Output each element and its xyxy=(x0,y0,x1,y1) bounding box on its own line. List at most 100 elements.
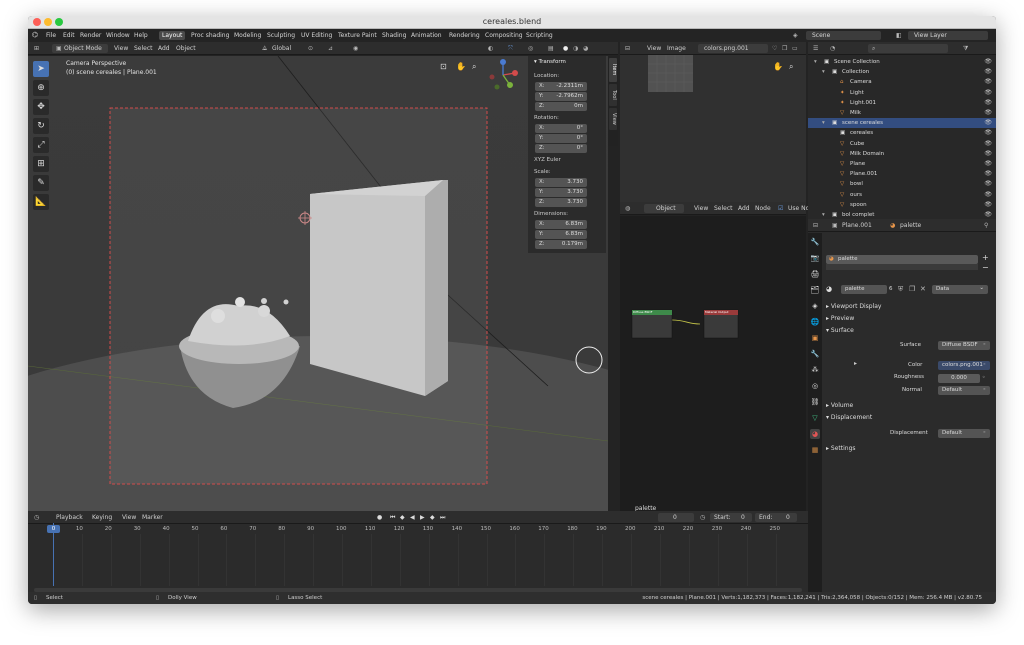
outliner-item[interactable]: ▽ ours 👁 xyxy=(808,190,996,200)
node-menu-node[interactable]: Node xyxy=(755,205,771,212)
material-users-count[interactable]: 6 xyxy=(889,286,893,292)
pan-hand-icon[interactable]: ✋ xyxy=(456,62,466,71)
rotation-mode-dropdown[interactable]: XYZ Euler xyxy=(534,157,561,163)
material-name-field[interactable]: palette xyxy=(841,285,887,294)
outliner-item[interactable]: ▣ cereales 👁 xyxy=(808,128,996,138)
menu-add[interactable]: Add xyxy=(158,45,170,52)
tab-item[interactable]: Item xyxy=(609,58,617,82)
annotate-tool-icon[interactable]: ✎ xyxy=(33,175,49,191)
navigation-gizmo[interactable] xyxy=(486,58,520,92)
particles-tab-icon[interactable]: ⁂ xyxy=(810,365,820,375)
jump-end-icon[interactable]: ⏭ xyxy=(440,514,445,522)
transform-header[interactable]: ▾ Transform xyxy=(534,59,566,65)
location-y-field[interactable]: Y: -2.7962m xyxy=(535,92,587,101)
node-menu-select[interactable]: Select xyxy=(714,205,733,212)
modifier-tab-icon[interactable]: 🔧 xyxy=(810,349,820,359)
image-menu-image[interactable]: Image xyxy=(667,45,686,52)
menu-view[interactable]: View xyxy=(114,45,128,52)
play-icon[interactable]: ▶ xyxy=(420,514,425,521)
add-slot-button[interactable]: + xyxy=(982,253,989,262)
outliner-item[interactable]: ▽ Cube 👁 xyxy=(808,139,996,149)
displacement-field[interactable]: Default ◦ xyxy=(938,429,990,438)
world-tab-icon[interactable]: 🌐 xyxy=(810,317,820,327)
texture-tab-icon[interactable]: ▦ xyxy=(810,445,820,455)
expand-arrow-icon[interactable]: ▾ xyxy=(814,59,817,65)
visibility-eye-icon[interactable]: 👁 xyxy=(984,201,992,208)
timeline-menu-playback[interactable]: Playback xyxy=(56,514,83,521)
outliner-item[interactable]: ▾ ▣ Scene Collection 👁 xyxy=(808,57,996,67)
diffuse-node-title[interactable]: Diffuse BSDF xyxy=(633,310,652,314)
unlink-material-icon[interactable]: ✕ xyxy=(920,285,926,293)
visibility-eye-icon[interactable]: 👁 xyxy=(984,119,992,126)
shading-rendered-icon[interactable]: ◕ xyxy=(583,45,588,52)
outliner-item[interactable]: ▽ Milk 👁 xyxy=(808,108,996,118)
rotation-y-field[interactable]: Y: 0° xyxy=(535,134,587,143)
rotation-z-field[interactable]: Z: 0° xyxy=(535,144,587,153)
tab-shading[interactable]: Shading xyxy=(379,31,409,40)
link-dropdown[interactable]: Data ⌄ xyxy=(932,285,988,294)
section-volume[interactable]: ▸ Volume xyxy=(826,402,853,409)
material-output-node-title[interactable]: Material Output xyxy=(705,310,729,314)
outliner-item[interactable]: ▽ Plane 👁 xyxy=(808,159,996,169)
tab-animation[interactable]: Animation xyxy=(408,31,445,40)
proportional-edit-icon[interactable]: ◉ xyxy=(353,45,358,52)
image-zoom-icon[interactable]: ⌕ xyxy=(789,62,793,72)
scene-browse-icon[interactable]: ◈ xyxy=(793,32,798,39)
next-keyframe-icon[interactable]: ◆ xyxy=(430,514,435,521)
color-expand-icon[interactable]: ▸ xyxy=(854,360,857,367)
view-layer-icon[interactable]: ◧ xyxy=(896,32,902,39)
object-tab-icon[interactable]: ▣ xyxy=(810,333,820,343)
render-tab-icon[interactable]: 📷 xyxy=(810,253,820,263)
node-editor-canvas[interactable]: Diffuse BSDF Material Output palette xyxy=(620,216,806,512)
visibility-eye-icon[interactable]: 👁 xyxy=(984,68,992,75)
visibility-eye-icon[interactable]: 👁 xyxy=(984,160,992,167)
slot-list-resize-handle[interactable] xyxy=(826,264,978,270)
tab-scripting[interactable]: Scripting xyxy=(523,31,556,40)
transform-orientation-icon[interactable]: ⟁ xyxy=(262,45,267,53)
visibility-eye-icon[interactable]: 👁 xyxy=(984,78,992,85)
constraints-tab-icon[interactable]: ⛓ xyxy=(810,397,820,407)
outliner-search[interactable] xyxy=(868,44,948,53)
visibility-eye-icon[interactable]: 👁 xyxy=(984,58,992,65)
normal-field[interactable]: Default ◦ xyxy=(938,386,990,395)
visibility-eye-icon[interactable]: 👁 xyxy=(984,140,992,147)
open-image-icon[interactable]: ▭ xyxy=(792,45,798,52)
measure-tool-icon[interactable]: 📐 xyxy=(33,194,49,210)
shading-material-icon[interactable]: ◑ xyxy=(573,45,578,52)
section-displacement[interactable]: ▾ Displacement xyxy=(826,414,872,421)
outliner-item[interactable]: ▽ spoon 👁 xyxy=(808,200,996,210)
node-menu-add[interactable]: Add xyxy=(738,205,750,212)
tab-texture-paint[interactable]: Texture Paint xyxy=(335,31,380,40)
outliner-item[interactable]: ▾ ▣ Collection 👁 xyxy=(808,67,996,77)
color-input-field[interactable]: colors.png.001 ◦ xyxy=(938,361,990,370)
tab-uv-editing[interactable]: UV Editing xyxy=(298,31,335,40)
visibility-eye-icon[interactable]: 👁 xyxy=(984,129,992,136)
record-icon[interactable]: ● xyxy=(377,514,382,521)
location-x-field[interactable]: X: -2.2311m xyxy=(535,82,587,91)
scale-y-field[interactable]: Y: 3.730 xyxy=(535,188,587,197)
gizmo-icon[interactable]: ⤧ xyxy=(508,45,513,53)
outliner-item[interactable]: ▽ Plane.001 👁 xyxy=(808,169,996,179)
select-tool-icon[interactable]: ➤ xyxy=(33,61,49,77)
zoom-icon[interactable]: ⌕ xyxy=(472,62,476,72)
image-editor-canvas[interactable]: ✋ ⌕ xyxy=(620,55,806,202)
dimensions-z-field[interactable]: Z: 0.179m xyxy=(535,240,587,249)
node-editor-type-icon[interactable]: ◍ xyxy=(625,205,630,212)
visibility-eye-icon[interactable]: 👁 xyxy=(984,109,992,116)
outliner-item[interactable]: ▽ Milk Domain 👁 xyxy=(808,149,996,159)
display-mode-icon[interactable]: ◔ xyxy=(830,45,835,52)
image-menu-view[interactable]: View xyxy=(647,45,661,52)
jump-start-icon[interactable]: ⏮ xyxy=(390,514,395,522)
cursor-tool-icon[interactable]: ⊕ xyxy=(33,80,49,96)
remove-slot-button[interactable]: − xyxy=(982,263,989,272)
menu-window[interactable]: Window xyxy=(106,32,130,39)
transform-orientation[interactable]: Global xyxy=(272,45,291,52)
tab-compositing[interactable]: Compositing xyxy=(482,31,526,40)
section-viewport-display[interactable]: ▸ Viewport Display xyxy=(826,303,881,310)
menu-object[interactable]: Object xyxy=(176,45,196,52)
move-tool-icon[interactable]: ✥ xyxy=(33,99,49,115)
image-pan-icon[interactable]: ✋ xyxy=(773,62,783,71)
playhead-frame[interactable]: 0 xyxy=(47,525,60,533)
menu-edit[interactable]: Edit xyxy=(63,32,75,39)
section-settings[interactable]: ▸ Settings xyxy=(826,445,856,452)
